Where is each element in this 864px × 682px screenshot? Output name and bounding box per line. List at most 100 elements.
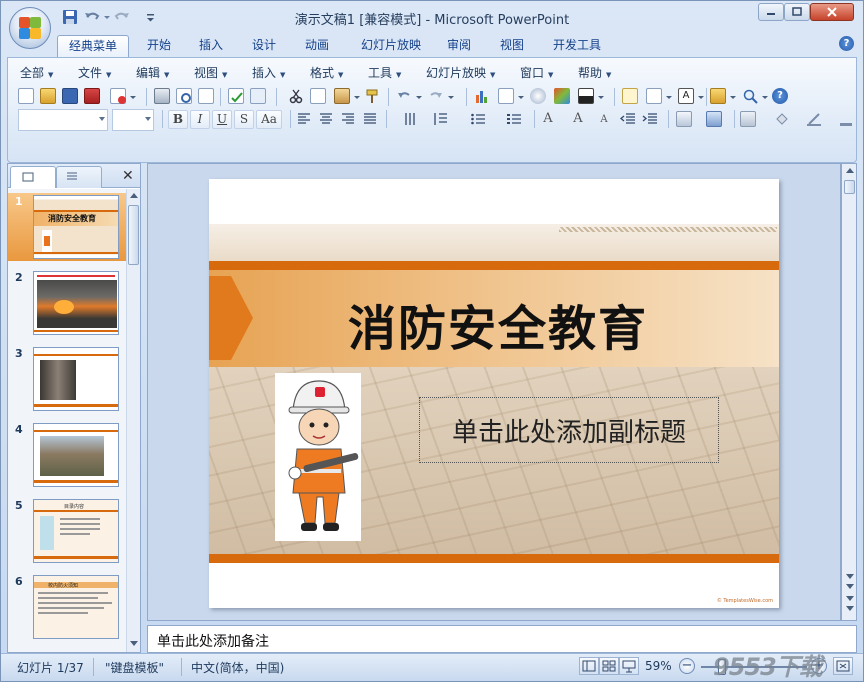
line-color-icon[interactable] [806, 111, 822, 127]
scroll-up-icon[interactable] [846, 168, 854, 173]
slide-thumbnail-row[interactable]: 1 消防安全教育 [8, 193, 126, 261]
slide-thumbnail-row[interactable]: 4 [8, 421, 126, 489]
menu-help[interactable]: 帮助 ▼ [578, 64, 611, 82]
page-setup-icon[interactable] [198, 88, 214, 104]
increase-indent-icon[interactable] [642, 111, 658, 127]
shadow-button[interactable]: S [234, 110, 254, 129]
menu-insert[interactable]: 插入 ▼ [252, 64, 285, 82]
previous-slide-icon[interactable] [846, 584, 854, 589]
spelling-icon[interactable] [228, 88, 244, 104]
tab-review[interactable]: 审阅 [437, 35, 481, 57]
numbering-icon[interactable] [470, 111, 486, 127]
line-spacing-icon[interactable] [432, 111, 448, 127]
underline-button[interactable]: U [212, 110, 232, 129]
tab-outline[interactable] [56, 166, 102, 188]
scroll-down-icon[interactable] [130, 641, 138, 646]
new-slide-icon[interactable] [622, 88, 638, 104]
align-left-icon[interactable] [296, 111, 312, 127]
language-indicator[interactable]: 中文(简体，中国) [191, 659, 284, 676]
notes-placeholder[interactable]: 单击此处添加备注 [157, 631, 269, 651]
tab-slides[interactable] [10, 166, 56, 188]
change-case-button[interactable]: Aa [256, 110, 282, 129]
menu-edit[interactable]: 编辑 ▼ [136, 64, 169, 82]
slide-thumbnail-row[interactable]: 6 校内防火须知 [8, 573, 126, 641]
slide-thumbnail-row[interactable]: 2 [8, 269, 126, 337]
slide-scrollbar[interactable] [841, 163, 857, 621]
current-slide[interactable]: 消防安全教育 单击此处添加副标题 © TemplatesWise.com [209, 179, 779, 608]
tab-view[interactable]: 视图 [490, 35, 534, 57]
tab-home[interactable]: 开始 [137, 35, 181, 57]
format-painter-icon[interactable] [364, 88, 380, 104]
zoom-level[interactable]: 59% [645, 659, 672, 673]
office-button[interactable] [9, 7, 51, 49]
scroll-thumb[interactable] [844, 180, 855, 194]
help-icon[interactable]: ? [839, 36, 854, 51]
slide-sorter-button[interactable] [599, 657, 619, 675]
folder-icon[interactable] [710, 88, 726, 104]
zoom-out-button[interactable]: − [679, 658, 695, 674]
shrink-font-icon[interactable]: A [596, 111, 612, 127]
menu-file[interactable]: 文件 ▼ [78, 64, 111, 82]
italic-button[interactable]: I [190, 110, 210, 129]
slide-layout-icon[interactable] [646, 88, 662, 104]
font-family-combo[interactable] [18, 109, 108, 131]
slide-thumbnail-row[interactable]: 3 [8, 345, 126, 413]
slides-pane-scrollbar[interactable] [126, 189, 140, 652]
menu-all[interactable]: 全部 ▼ [20, 64, 53, 82]
minimize-button[interactable] [758, 3, 784, 21]
font-size-combo[interactable] [112, 109, 154, 131]
paste-icon[interactable] [334, 88, 350, 104]
tab-slideshow[interactable]: 幻灯片放映 [351, 35, 431, 57]
subtitle-placeholder[interactable]: 单击此处添加副标题 [419, 397, 719, 463]
slide-title[interactable]: 消防安全教育 [209, 289, 779, 359]
print-preview-icon[interactable] [176, 88, 192, 104]
menu-window[interactable]: 窗口 ▼ [520, 64, 553, 82]
bold-button[interactable]: B [168, 110, 188, 129]
research-icon[interactable] [250, 88, 266, 104]
text-direction-icon[interactable] [402, 111, 418, 127]
tab-design[interactable]: 设计 [242, 35, 286, 57]
justify-icon[interactable] [362, 111, 378, 127]
menu-tools[interactable]: 工具 ▼ [368, 64, 401, 82]
slideshow-view-button[interactable] [619, 657, 639, 675]
save-toolbar-icon[interactable] [62, 88, 78, 104]
grow-font-icon[interactable]: A [570, 111, 586, 127]
align-right-icon[interactable] [340, 111, 356, 127]
fit-to-window-button[interactable] [833, 657, 853, 675]
menu-format[interactable]: 格式 ▼ [310, 64, 343, 82]
maximize-button[interactable] [784, 3, 810, 21]
insert-table-icon[interactable] [498, 88, 514, 104]
undo-toolbar-icon[interactable] [396, 88, 412, 104]
close-pane-icon[interactable]: ✕ [122, 168, 134, 184]
previous-slide-icon[interactable] [846, 574, 854, 579]
open-folder-icon[interactable] [40, 88, 56, 104]
cut-icon[interactable] [288, 88, 304, 104]
arrange-icon[interactable] [740, 111, 756, 127]
font-color-small-icon[interactable] [838, 111, 854, 127]
scroll-up-icon[interactable] [130, 193, 138, 198]
tab-classic-menu[interactable]: 经典菜单 [57, 35, 129, 57]
decrease-indent-icon[interactable] [619, 111, 636, 127]
slide-design-icon[interactable] [676, 111, 692, 127]
help-toolbar-icon[interactable]: ? [772, 88, 788, 104]
close-window-button[interactable] [810, 3, 854, 21]
next-slide-icon[interactable] [846, 606, 854, 611]
save-as-pdf-icon[interactable] [84, 88, 100, 104]
tab-animations[interactable]: 动画 [295, 35, 339, 57]
copy-icon[interactable] [310, 88, 326, 104]
zoom-search-icon[interactable] [742, 88, 758, 104]
new-file-icon[interactable] [18, 88, 34, 104]
slide-thumbnail-row[interactable]: 5 目录内容 [8, 497, 126, 565]
clip-art-icon[interactable] [530, 88, 546, 104]
normal-view-button[interactable] [579, 657, 599, 675]
insert-picture-icon[interactable] [554, 88, 570, 104]
menu-slideshow[interactable]: 幻灯片放映 ▼ [426, 64, 495, 82]
tab-insert[interactable]: 插入 [189, 35, 233, 57]
next-slide-icon[interactable] [846, 596, 854, 601]
text-box-icon[interactable]: A [678, 88, 694, 104]
redo-toolbar-icon[interactable] [428, 88, 444, 104]
insert-chart-icon[interactable] [474, 88, 490, 104]
fill-color-icon[interactable] [774, 111, 790, 127]
color-grayscale-icon[interactable] [578, 88, 594, 104]
scroll-thumb[interactable] [128, 205, 139, 265]
